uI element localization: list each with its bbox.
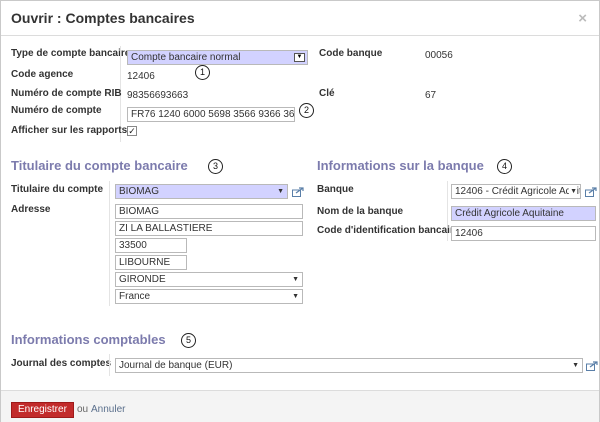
num-compte-label: Numéro de compte: [11, 105, 102, 116]
journal-select[interactable]: Journal de banque (EUR) ▼: [115, 358, 583, 373]
num-compte-input[interactable]: FR76 1240 6000 5698 3566 9366 367: [127, 107, 295, 122]
dialog-title: Ouvrir : Comptes bancaires: [11, 10, 195, 26]
journal-label: Journal des comptes: [11, 358, 112, 369]
state-select[interactable]: GIRONDE ▼: [115, 272, 303, 287]
cle-value: 67: [425, 90, 437, 101]
bank-name-label: Nom de la banque: [317, 206, 404, 217]
type-label: Type de compte bancaire: [11, 48, 131, 59]
annotation-3: 3: [208, 159, 223, 174]
caret-down-icon[interactable]: ▼: [292, 273, 299, 286]
annotation-4: 4: [497, 159, 512, 174]
bank-select[interactable]: 12406 - Crédit Agricole Aquitai ▼: [451, 184, 581, 199]
code-agence-value: 12406: [127, 71, 155, 82]
bank-account-dialog: Ouvrir : Comptes bancaires × Type de com…: [0, 0, 600, 422]
comptable-section-title: Informations comptables: [11, 332, 166, 347]
address-name-input[interactable]: BIOMAG: [115, 204, 303, 219]
cancel-link[interactable]: Annuler: [91, 404, 125, 415]
banque-section-title: Informations sur la banque: [317, 158, 484, 173]
state-select-value: GIRONDE: [119, 274, 166, 285]
afficher-checkbox[interactable]: ✓: [127, 126, 137, 136]
caret-down-icon[interactable]: ▼: [294, 53, 305, 62]
bank-name-input[interactable]: Crédit Agricole Aquitaine: [451, 206, 596, 221]
code-agence-label: Code agence: [11, 69, 74, 80]
zip-input[interactable]: 33500: [115, 238, 187, 253]
dialog-titlebar: Ouvrir : Comptes bancaires ×: [1, 1, 599, 36]
annotation-2: 2: [299, 103, 314, 118]
external-link-icon[interactable]: [585, 187, 597, 197]
code-banque-value: 00056: [425, 50, 453, 61]
rib-value: 98356693663: [127, 90, 189, 101]
cle-label: Clé: [319, 88, 335, 99]
city-input[interactable]: LIBOURNE: [115, 255, 187, 270]
type-select-value: Compte bancaire normal: [131, 52, 241, 63]
holder-label: Titulaire du compte: [11, 184, 104, 195]
label-separator: [109, 181, 110, 306]
bank-label: Banque: [317, 184, 354, 195]
street-input[interactable]: ZI LA BALLASTIERE: [115, 221, 303, 236]
save-button[interactable]: Enregistrer: [11, 402, 74, 418]
code-banque-label: Code banque: [319, 48, 383, 59]
bic-input[interactable]: 12406: [451, 226, 596, 241]
holder-select[interactable]: BIOMAG ▼: [115, 184, 288, 199]
caret-down-icon[interactable]: ▼: [292, 290, 299, 303]
type-select[interactable]: Compte bancaire normal ▼: [127, 50, 308, 65]
country-select-value: France: [119, 291, 151, 302]
journal-select-value: Journal de banque (EUR): [119, 360, 233, 371]
close-icon[interactable]: ×: [578, 10, 587, 27]
annotation-5: 5: [181, 333, 196, 348]
external-link-icon[interactable]: [292, 187, 304, 197]
annotation-1: 1: [195, 65, 210, 80]
holder-select-value: BIOMAG: [119, 186, 160, 197]
rib-label: Numéro de compte RIB: [11, 88, 122, 99]
bic-label: Code d'identification bancaire: [317, 225, 460, 236]
titulaire-section-title: Titulaire du compte bancaire: [11, 158, 188, 173]
dialog-footer: Enregistrer ou Annuler: [1, 390, 599, 422]
caret-down-icon[interactable]: ▼: [569, 185, 577, 198]
caret-down-icon[interactable]: ▼: [277, 185, 284, 198]
external-link-icon[interactable]: [586, 361, 598, 371]
country-select[interactable]: France ▼: [115, 289, 303, 304]
address-label: Adresse: [11, 204, 51, 215]
or-text: ou: [77, 404, 89, 415]
label-separator: [109, 354, 110, 376]
afficher-label: Afficher sur les rapports: [11, 125, 128, 136]
bank-select-value: 12406 - Crédit Agricole Aquitai: [455, 186, 581, 197]
caret-down-icon[interactable]: ▼: [572, 359, 579, 372]
